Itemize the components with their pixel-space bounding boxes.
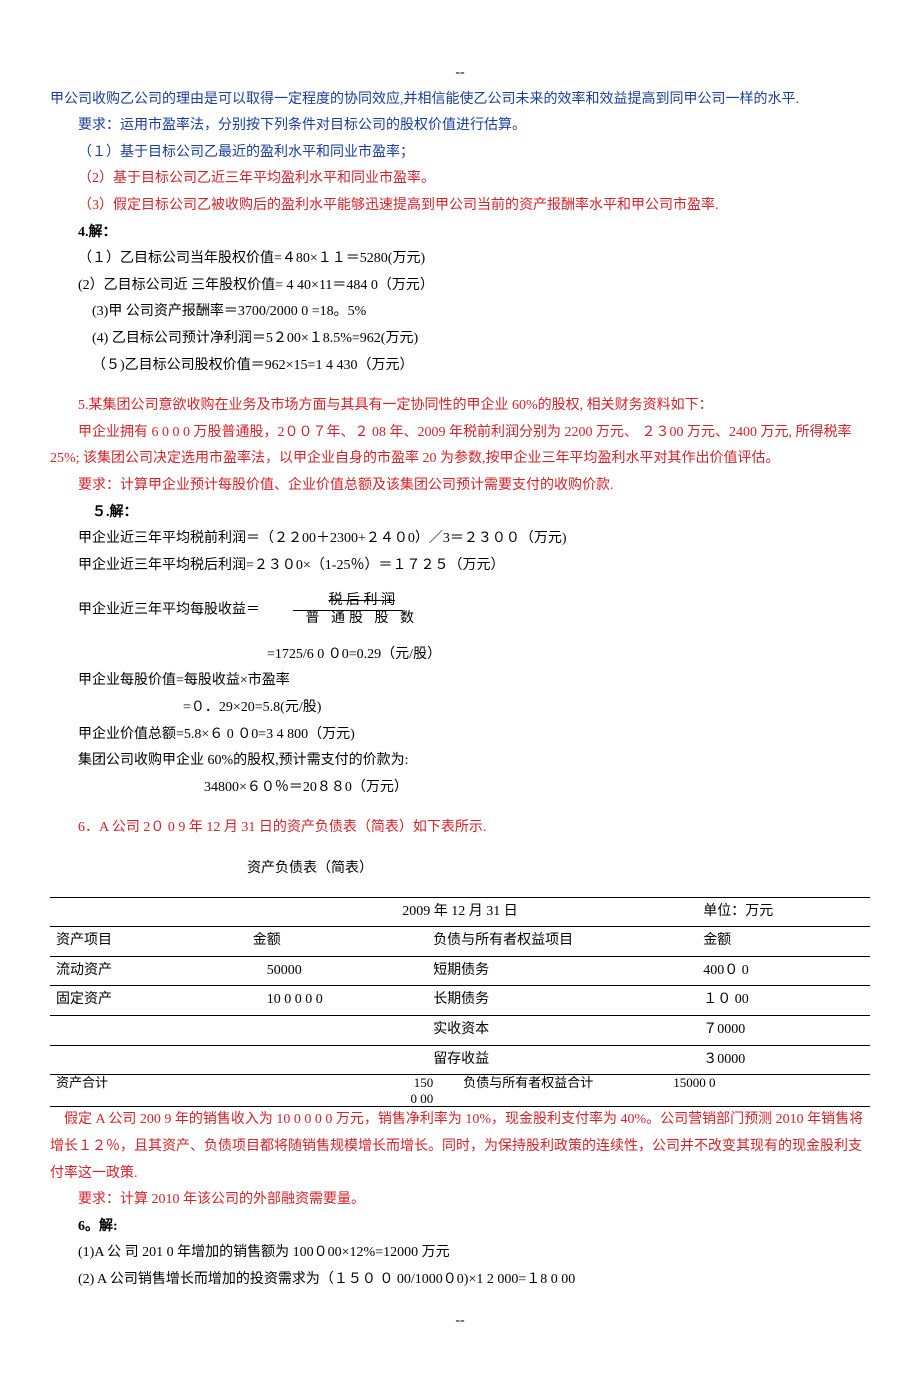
text-line: =０．29×20=5.8(元/股) [50, 695, 870, 722]
formula-label: 甲企业近三年平均每股收益＝ [78, 603, 260, 618]
text-line: 甲企业近三年平均税前利润＝（２２00＋2300+２４０0）／3＝２３００（万元) [50, 526, 870, 553]
cell: 资产合计 [50, 1075, 253, 1106]
cell: 400０ 0 [673, 956, 870, 986]
cell: 资产项目 [50, 927, 247, 957]
cell: 150 [414, 1075, 434, 1090]
text-line: （１）乙目标公司当年股权价值=４80×１１＝5280(万元) [50, 246, 870, 273]
cell: 长期债务 [427, 986, 673, 1016]
cell: 流动资产 [50, 956, 247, 986]
table-header-row: 2009 年 12 月 31 日 单位：万元 [50, 897, 870, 927]
cell: 留存收益 [427, 1045, 673, 1075]
text-line: 甲企业价值总额=5.8×６ 0 ０0=3 4 800（万元) [50, 722, 870, 749]
cell: 金额 [247, 927, 427, 957]
cell: 负债与所有者权益合计 [463, 1075, 643, 1106]
fraction-numerator: 税 后 利 润 [293, 593, 404, 611]
cell: 0 00 [410, 1091, 433, 1106]
cell: 负债与所有者权益项目 [427, 927, 673, 957]
cell: ７0000 [673, 1016, 870, 1046]
text-line: （2）基于目标公司乙近三年平均盈利水平和同业市盈率。 [50, 166, 870, 193]
text-line: (3)甲 公司资产报酬率＝3700/2000 0 =18。5% [50, 299, 870, 326]
cell: 50000 [247, 956, 427, 986]
cell: 短期债务 [427, 956, 673, 986]
text-line: (2) A 公司销售增长而增加的投资需求为（１５０ ０ 00/1000０0)×1… [50, 1267, 870, 1294]
text-line: 甲公司收购乙公司的理由是可以取得一定程度的协同效应,并相信能使乙公司未来的效率和… [50, 87, 870, 114]
fraction: 税 后 利 润 普 通股 股 数 [270, 593, 427, 628]
table-row: 固定资产 10 0 0 0 0 长期债务 １０ 00 [50, 986, 870, 1016]
text-line: （3）假定目标公司乙被收购后的盈利水平能够迅速提高到甲公司当前的资产报酬率水平和… [50, 193, 870, 220]
text-line: 6．A 公司 2０ 0 9 年 12 月 31 日的资产负债表（简表）如下表所示… [50, 815, 870, 842]
cell: 实收资本 [427, 1016, 673, 1046]
table-row: 留存收益 ３0000 [50, 1045, 870, 1075]
text-line: (2）乙目标公司近 三年股权价值= 4 40×11＝484 0（万元） [50, 273, 870, 300]
text-line: 要求：计算甲企业预计每股价值、企业价值总额及该集团公司预计需要支付的收购价款. [50, 473, 870, 500]
heading: 6。解: [50, 1214, 870, 1241]
cell: 固定资产 [50, 986, 247, 1016]
cell: 金额 [673, 927, 870, 957]
text-line: （１）基于目标公司乙最近的盈利水平和同业市盈率； [50, 140, 870, 167]
table-unit-cell: 单位：万元 [673, 897, 870, 927]
text-line: 5.某集团公司意欲收购在业务及市场方面与其具有一定协同性的甲企业 60%的股权,… [50, 393, 870, 420]
cell: ３0000 [673, 1045, 870, 1075]
text-line: 集团公司收购甲企业 60%的股权,预计需支付的价款为: [50, 748, 870, 775]
cell: 15000 0 [643, 1075, 870, 1106]
table-title: 资产负债表（简表） [50, 856, 870, 883]
heading: 4.解： [50, 220, 870, 247]
page-footer-dash: -- [50, 1308, 870, 1335]
fraction-denominator: 普 通股 股 数 [270, 611, 427, 628]
text-line: (4) 乙目标公司预计净利润＝5２00×１8.5%=962(万元) [50, 326, 870, 353]
formula-line: 甲企业近三年平均每股收益＝ 税 后 利 润 普 通股 股 数 [50, 593, 870, 628]
text-line: 34800×６０％＝20８８0（万元） [50, 775, 870, 802]
table-footer-row: 资产合计 150 0 00 负债与所有者权益合计 15000 0 [50, 1075, 870, 1107]
heading: ５.解： [50, 500, 870, 527]
text-line: (1)A 公 司 201 0 年增加的销售额为 100０00×12%=12000… [50, 1240, 870, 1267]
text-line: 要求：计算 2010 年该公司的外部融资需要量。 [50, 1187, 870, 1214]
cell: １０ 00 [673, 986, 870, 1016]
text-line: 假定 A 公司 200 9 年的销售收入为 10 0 0 0 0 万元，销售净利… [50, 1107, 870, 1187]
text-line: =1725/6 0 ０0=0.29（元/股） [50, 642, 870, 669]
table-row: 流动资产 50000 短期债务 400０ 0 [50, 956, 870, 986]
text-line: （５)乙目标公司股权价值＝962×15=1 4 430（万元） [50, 353, 870, 380]
table-row: 资产项目 金额 负债与所有者权益项目 金额 [50, 927, 870, 957]
text-line: 甲企业近三年平均税后利润=２３０0×（1-25％）＝１７２５（万元） [50, 553, 870, 580]
text-line: 甲企业拥有 6 0 0 0 万股普通股，2００７年、２ 08 年、2009 年税… [50, 420, 870, 473]
text-line: 要求：运用市盈率法，分别按下列条件对目标公司的股权价值进行估算。 [50, 113, 870, 140]
page-header-dash: -- [50, 60, 870, 87]
balance-sheet-table: 2009 年 12 月 31 日 单位：万元 资产项目 金额 负债与所有者权益项… [50, 897, 870, 1076]
table-row: 实收资本 ７0000 [50, 1016, 870, 1046]
cell: 10 0 0 0 0 [247, 986, 427, 1016]
table-date-cell: 2009 年 12 月 31 日 [247, 897, 673, 927]
text-line: 甲企业每股价值=每股收益×市盈率 [50, 668, 870, 695]
